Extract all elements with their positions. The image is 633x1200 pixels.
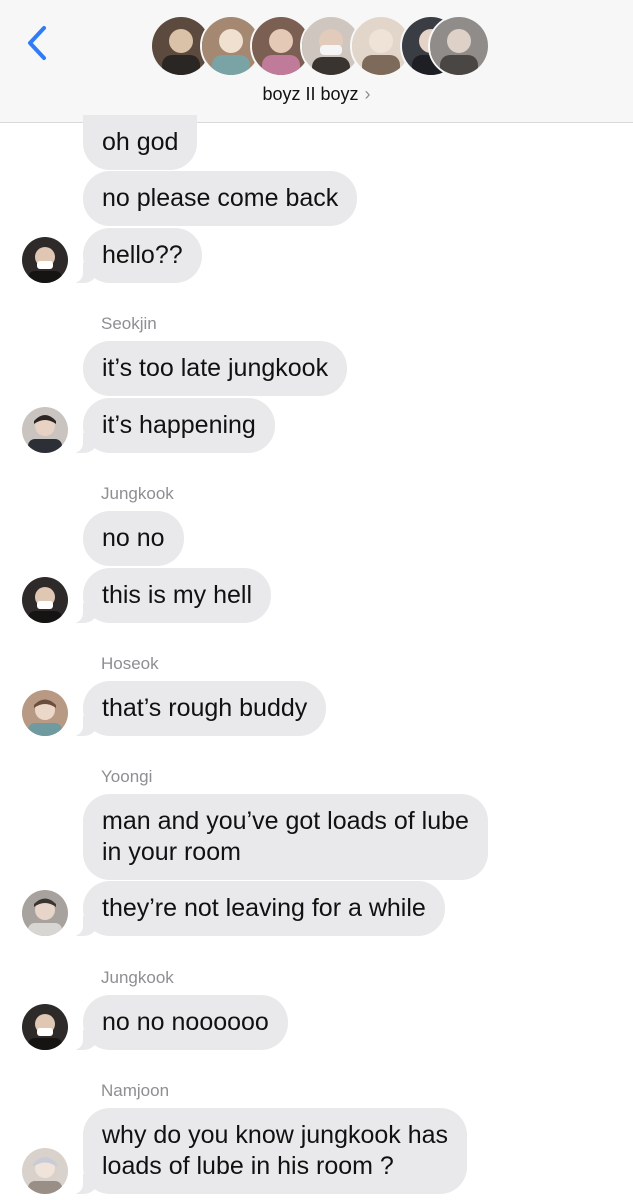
message-bubble[interactable]: that’s rough buddy — [72, 681, 327, 736]
message-bubble[interactable]: no please come back — [83, 171, 358, 226]
group-name: boyz II boyz — [262, 84, 359, 104]
message-bubble[interactable]: oh god — [83, 115, 198, 170]
chevron-left-icon[interactable] — [20, 24, 54, 62]
avatar[interactable] — [22, 690, 68, 736]
message-bubble[interactable]: no no noooooo — [73, 995, 288, 1050]
message-bubble[interactable]: it’s too late jungkook — [83, 341, 348, 396]
avatar[interactable] — [22, 407, 68, 453]
message-bubble[interactable]: man and you’ve got loads of lube in your… — [83, 794, 488, 880]
message-bubble[interactable]: it’s happening — [73, 398, 275, 453]
sender-name: Jungkook — [101, 484, 174, 503]
message-bubble[interactable]: no no — [83, 511, 184, 566]
sender-name: Yoongi — [101, 767, 153, 786]
group-title[interactable]: boyz II boyz › — [0, 84, 633, 105]
message-bubble[interactable]: this is my hell — [72, 568, 272, 623]
avatar[interactable] — [22, 237, 68, 283]
sender-name: Jungkook — [101, 968, 174, 987]
chat-header: boyz II boyz › — [0, 0, 633, 123]
message-bubble[interactable]: hello?? — [73, 228, 202, 283]
avatar[interactable] — [22, 1004, 68, 1050]
avatar[interactable] — [22, 577, 68, 623]
message-bubble[interactable]: they’re not leaving for a while — [73, 881, 445, 936]
sender-name: Hoseok — [101, 654, 159, 673]
group-avatars[interactable] — [150, 15, 490, 79]
message-bubble[interactable]: why do you know jungkook has loads of lu… — [72, 1108, 468, 1194]
group-avatar — [428, 15, 490, 77]
sender-name: Namjoon — [101, 1081, 170, 1100]
chevron-right-icon: › — [364, 84, 371, 104]
avatar[interactable] — [22, 890, 68, 936]
sender-name: Seokjin — [101, 314, 157, 333]
avatar[interactable] — [22, 1148, 68, 1194]
